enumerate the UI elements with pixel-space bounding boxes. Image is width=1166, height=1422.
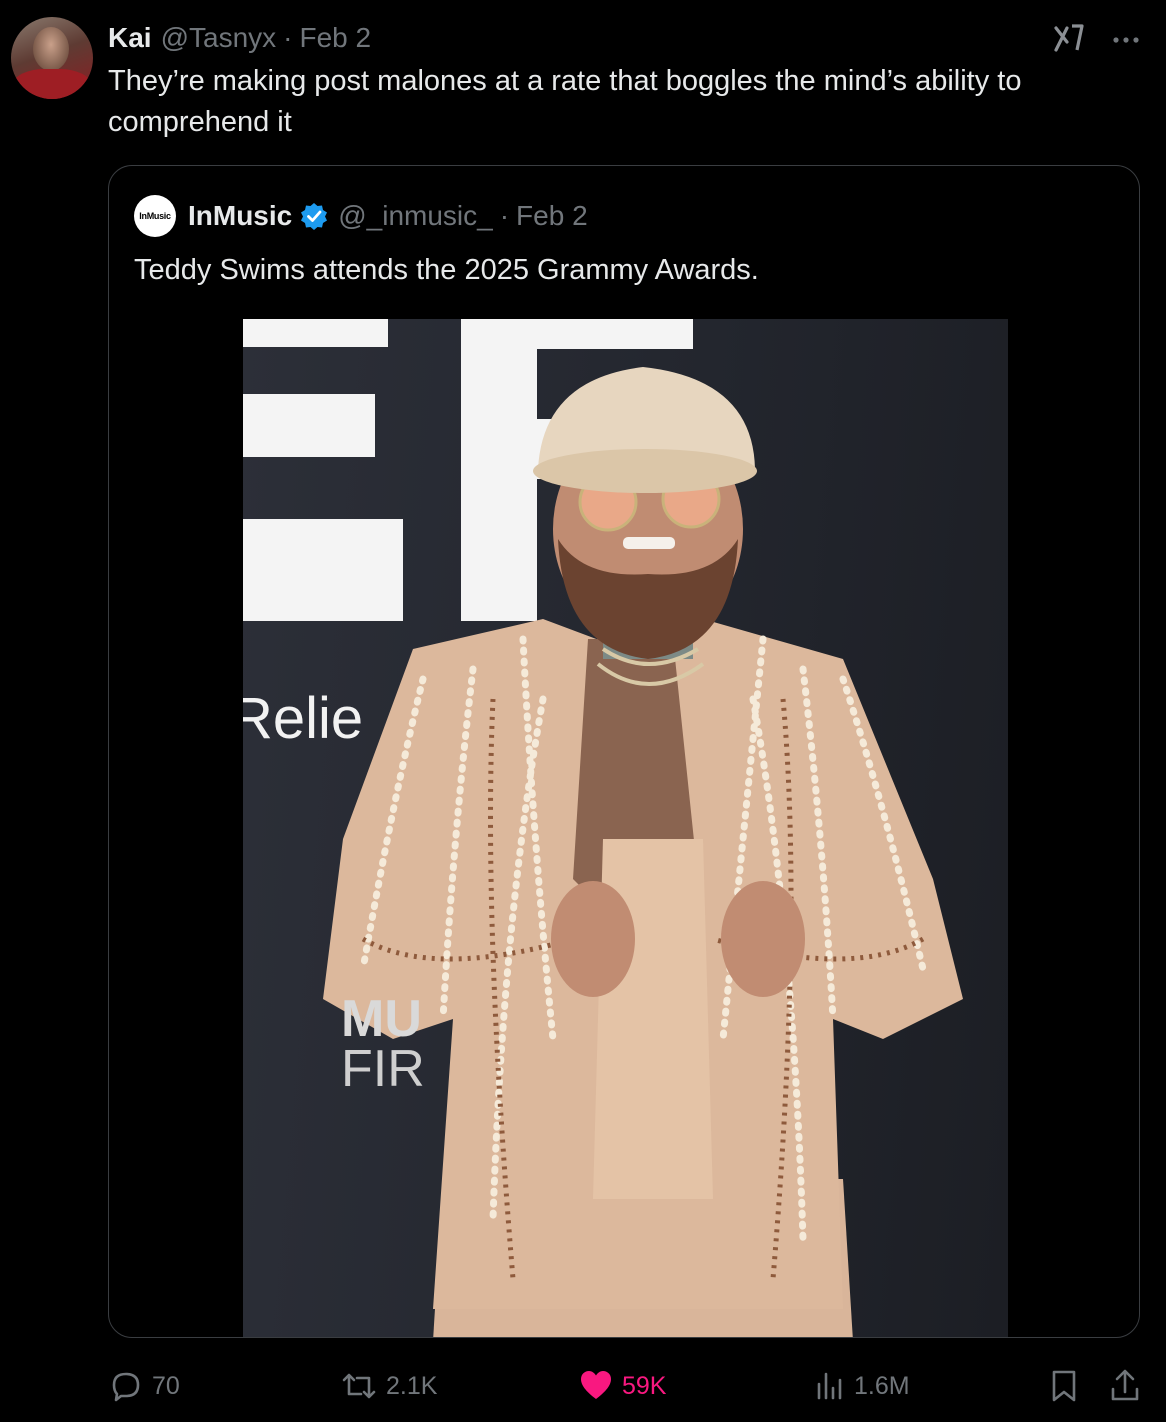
more-icon[interactable] [1108, 22, 1144, 58]
grok-icon[interactable] [1050, 20, 1088, 58]
quoted-tweet-card[interactable]: InMusic InMusic @_inmusic_ · Feb 2 Teddy… [108, 165, 1140, 1338]
reply-button[interactable]: 70 [108, 1366, 180, 1406]
quoted-author-name[interactable]: InMusic [188, 200, 292, 232]
quoted-separator-dot: · [499, 200, 510, 231]
repost-count: 2.1K [386, 1371, 438, 1400]
avatar-shirt [13, 69, 91, 99]
views-count: 1.6M [854, 1371, 910, 1400]
like-count: 59K [622, 1371, 667, 1400]
author-avatar[interactable] [11, 17, 93, 99]
author-name[interactable]: Kai [108, 22, 152, 54]
quoted-tweet-photo[interactable]: Relie MU FIR [243, 319, 1008, 1337]
like-button[interactable]: 59K [578, 1366, 666, 1406]
quoted-author-avatar[interactable]: InMusic [134, 195, 176, 237]
backdrop-text-relief: Relie [243, 686, 364, 751]
bookmark-button[interactable] [1048, 1366, 1088, 1406]
views-button[interactable]: 1.6M [814, 1366, 910, 1406]
views-icon [817, 1372, 842, 1400]
backdrop-text-fir: FIR [341, 1040, 425, 1098]
action-bar: 70 2.1K 59K 1.6M [0, 1366, 1166, 1406]
share-button[interactable] [1108, 1366, 1150, 1406]
quoted-tweet-date[interactable]: Feb 2 [516, 200, 588, 232]
retweet-icon [342, 1373, 376, 1399]
tweet-text: They’re making post malones at a rate th… [108, 65, 1022, 138]
photo-illustration [243, 319, 963, 1337]
tweet-date[interactable]: Feb 2 [299, 22, 371, 54]
bookmark-icon [1052, 1370, 1076, 1402]
reply-count: 70 [152, 1371, 180, 1400]
quoted-author-handle[interactable]: @_inmusic_ [338, 200, 492, 232]
separator-dot: · [283, 22, 293, 53]
verified-badge-icon [301, 203, 328, 230]
tweet-header: Kai @Tasnyx · Feb 2 [108, 20, 371, 56]
author-handle[interactable]: @Tasnyx [161, 22, 277, 54]
quoted-tweet-text: Teddy Swims attends the 2025 Grammy Awar… [134, 254, 759, 286]
reply-icon [112, 1372, 140, 1402]
repost-button[interactable]: 2.1K [340, 1366, 437, 1406]
quoted-tweet-header: InMusic InMusic @_inmusic_ · Feb 2 [134, 195, 588, 237]
heart-icon [581, 1371, 611, 1399]
avatar-face [33, 27, 69, 71]
share-icon [1111, 1369, 1139, 1401]
